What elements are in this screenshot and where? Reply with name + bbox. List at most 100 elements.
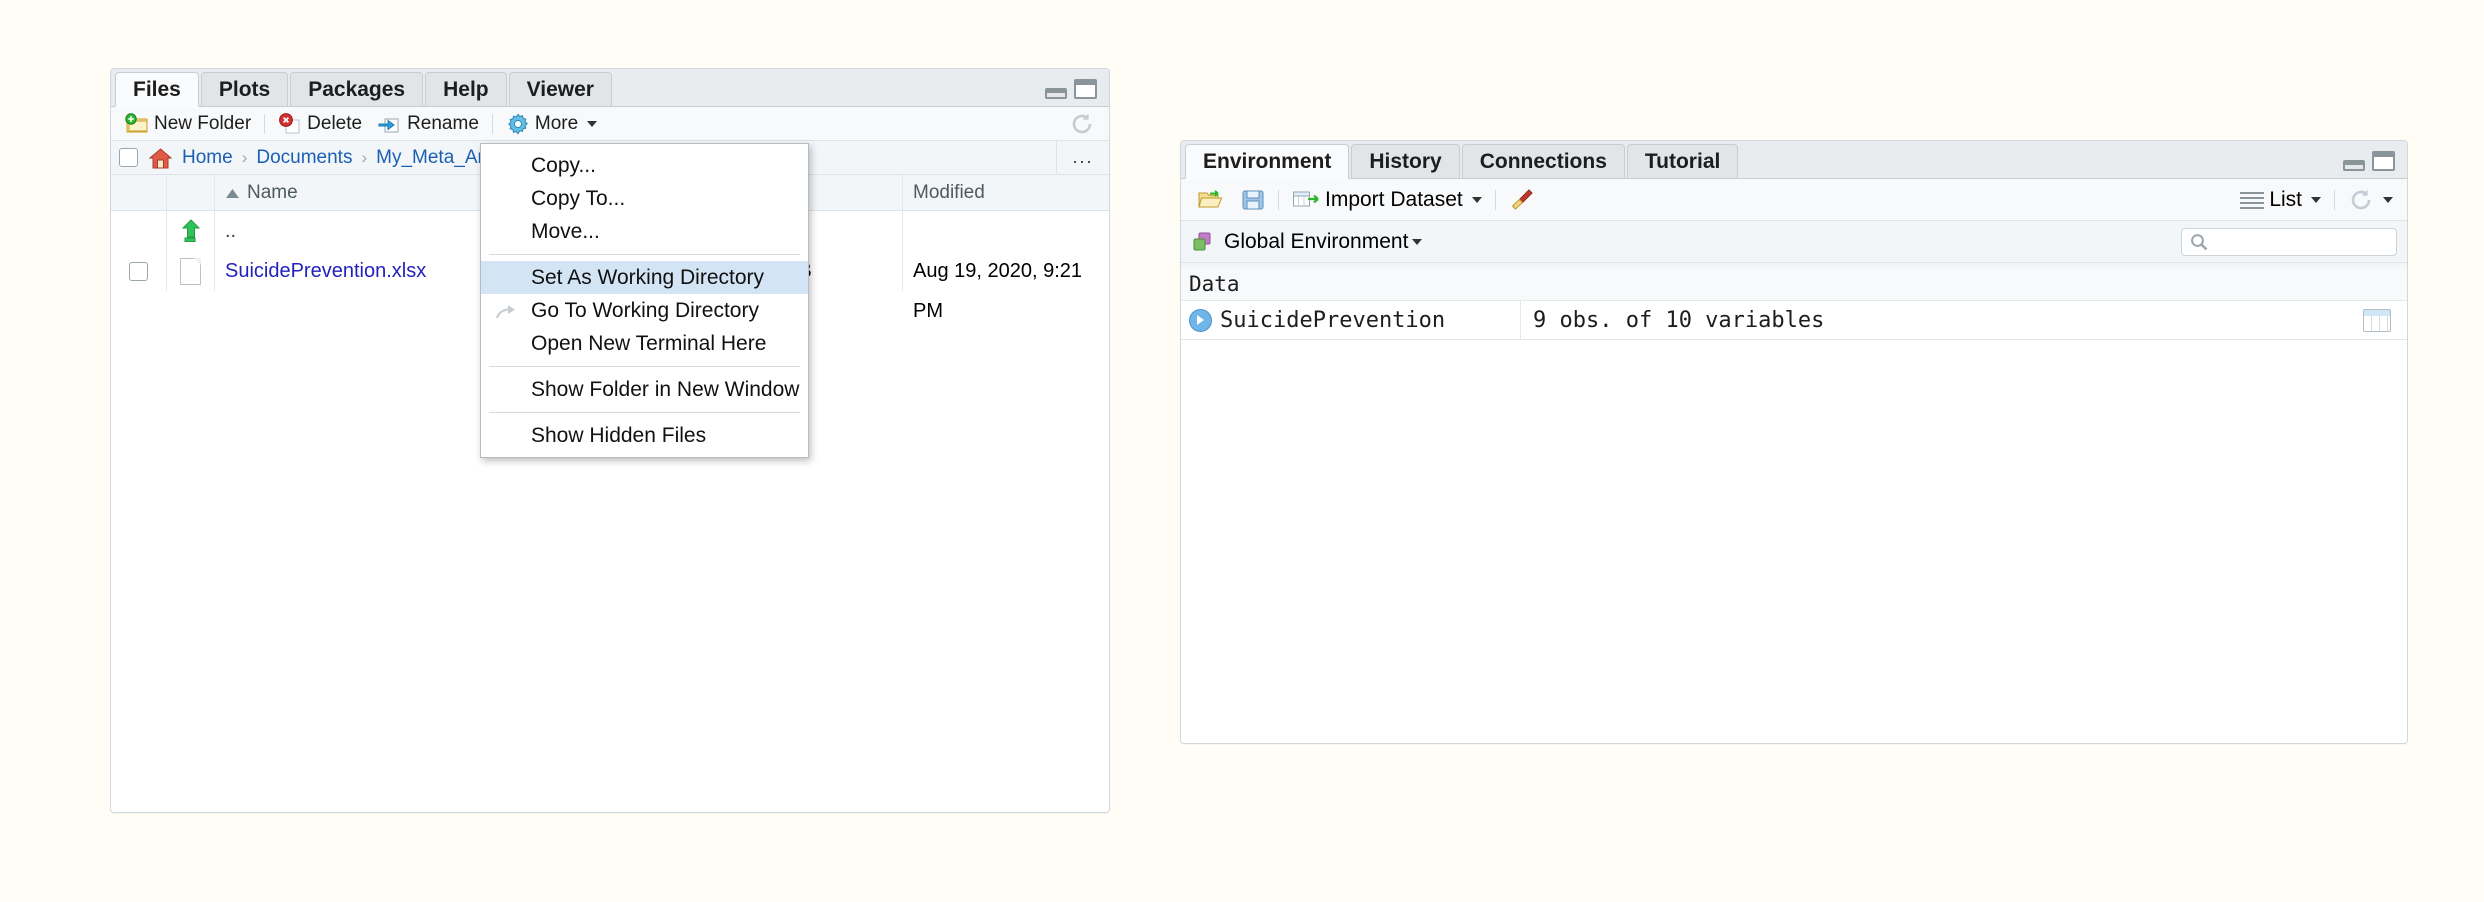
breadcrumb-separator-2: › [361,148,367,168]
environment-window-controls [2343,151,2395,171]
load-workspace-button[interactable] [1189,186,1233,214]
open-folder-icon [1197,188,1225,212]
expand-icon[interactable] [1189,309,1212,332]
save-icon [1241,188,1265,212]
clear-objects-button[interactable] [1501,186,1543,214]
minimize-icon[interactable] [1045,88,1067,99]
tab-files[interactable]: Files [115,72,199,107]
save-workspace-button[interactable] [1233,186,1273,214]
files-tabbar: Files Plots Packages Help Viewer [111,69,1109,107]
more-dropdown-menu: Copy... Copy To... Move... Set As Workin… [480,143,809,458]
tab-plots[interactable]: Plots [201,72,288,106]
menu-item-copy-to[interactable]: Copy To... [481,182,808,215]
table-grid-icon [2363,309,2391,332]
menu-item-show-folder-in-new-window[interactable]: Show Folder in New Window [481,373,808,406]
toolbar-divider-2 [492,114,493,134]
delete-icon [278,113,302,135]
files-window-controls [1045,79,1097,99]
menu-separator-3 [489,412,800,413]
row-modified: Aug 19, 2020, 9:21 PM [903,251,1109,291]
environment-scope-bar: Global Environment [1181,221,2407,263]
environment-tabbar: Environment History Connections Tutorial [1181,141,2407,179]
global-environment-label[interactable]: Global Environment [1224,230,1408,254]
environment-cube-icon [1191,230,1215,254]
parent-folder-icon [167,211,215,251]
refresh-environment-button[interactable] [2340,186,2401,214]
file-icon [167,251,215,291]
menu-item-open-new-terminal-here[interactable]: Open New Terminal Here [481,327,808,360]
chevron-down-icon [1472,197,1482,203]
menu-item-move[interactable]: Move... [481,215,808,248]
chevron-down-icon [587,121,597,127]
refresh-icon [2348,187,2374,213]
toolbar-divider [264,114,265,134]
column-modified[interactable]: Modified [903,175,1109,211]
row-checkbox-cell [111,211,167,251]
environment-toolbar-right: List [2232,179,2401,221]
environment-panel: Environment History Connections Tutorial [1180,140,2408,744]
tab-help[interactable]: Help [425,72,507,106]
new-folder-button[interactable]: New Folder [117,110,259,138]
row-checkbox-cell [111,251,167,291]
row-modified [903,211,1109,251]
sort-ascending-icon [225,188,240,199]
toolbar-divider [1278,190,1279,210]
menu-item-copy[interactable]: Copy... [481,149,808,182]
import-dataset-button[interactable]: Import Dataset [1284,186,1490,214]
tab-environment[interactable]: Environment [1185,144,1349,179]
more-button[interactable]: More [498,110,605,138]
environment-object-name: SuicidePrevention [1220,308,1445,333]
chevron-down-icon [2383,197,2393,203]
column-name-label: Name [247,182,298,203]
maximize-icon[interactable] [2372,151,2395,171]
search-input[interactable] [2181,228,2397,256]
new-folder-icon [125,113,149,135]
menu-item-set-as-working-directory[interactable]: Set As Working Directory [481,261,808,294]
refresh-icon[interactable] [1069,111,1095,137]
rename-icon [378,113,402,135]
tab-tutorial[interactable]: Tutorial [1627,144,1738,178]
row-checkbox[interactable] [129,262,148,281]
broom-icon [1509,188,1535,212]
tab-viewer[interactable]: Viewer [509,72,612,106]
breadcrumb-separator: › [242,148,248,168]
view-mode-button[interactable]: List [2232,186,2329,214]
tab-connections[interactable]: Connections [1462,144,1625,178]
gear-icon [506,112,530,136]
breadcrumb-documents[interactable]: Documents [256,147,352,169]
environment-list: Data SuicidePrevention 9 obs. of 10 vari… [1181,268,2407,743]
home-icon[interactable] [148,147,173,169]
toolbar-divider-3 [2334,190,2335,210]
view-mode-label: List [2269,188,2302,212]
search-icon [2190,233,2208,251]
environment-object-name-cell[interactable]: SuicidePrevention [1181,301,1521,339]
menu-item-go-to-working-directory[interactable]: Go To Working Directory [481,294,808,327]
chevron-down-icon [2311,197,2321,203]
column-checkbox [111,175,167,211]
select-all-checkbox[interactable] [119,148,138,167]
curved-arrow-icon [495,300,519,320]
delete-button[interactable]: Delete [270,110,370,138]
column-icon [167,175,215,211]
new-folder-label: New Folder [154,113,251,135]
chevron-down-icon[interactable] [1412,239,1422,245]
rename-label: Rename [407,113,479,135]
list-item[interactable]: SuicidePrevention 9 obs. of 10 variables [1181,301,2407,340]
menu-separator [489,254,800,255]
tab-history[interactable]: History [1351,144,1459,178]
minimize-icon[interactable] [2343,160,2365,171]
list-view-icon [2240,192,2264,209]
more-label: More [535,113,578,135]
import-dataset-label: Import Dataset [1325,188,1463,212]
tab-packages[interactable]: Packages [290,72,423,106]
delete-label: Delete [307,113,362,135]
breadcrumb-home[interactable]: Home [182,147,233,169]
rename-button[interactable]: Rename [370,110,487,138]
environment-toolbar: Import Dataset List [1181,179,2407,221]
menu-item-show-hidden-files[interactable]: Show Hidden Files [481,419,808,452]
import-dataset-icon [1292,188,1320,212]
breadcrumb-overflow-button[interactable]: ... [1056,141,1109,174]
toolbar-divider-2 [1495,190,1496,210]
view-data-button[interactable] [2347,309,2407,332]
maximize-icon[interactable] [1074,79,1097,99]
